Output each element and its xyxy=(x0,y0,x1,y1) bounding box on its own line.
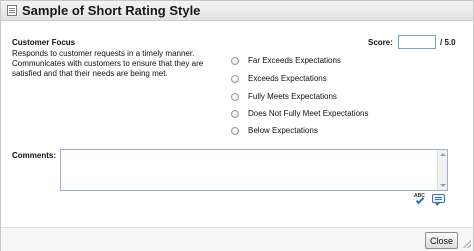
comment-bubble-icon[interactable] xyxy=(432,193,448,207)
scroll-up-icon[interactable] xyxy=(440,153,446,156)
comments-label: Comments: xyxy=(12,151,57,160)
score-input[interactable] xyxy=(398,35,436,49)
scroll-down-icon[interactable] xyxy=(440,184,446,187)
dialog-title: Sample of Short Rating Style xyxy=(22,3,201,18)
comments-scrollbar[interactable] xyxy=(437,150,447,190)
dialog-titlebar: Sample of Short Rating Style xyxy=(1,1,473,21)
document-icon xyxy=(7,5,17,16)
dialog-footer xyxy=(1,227,473,251)
bubble-shape xyxy=(432,194,445,203)
competency-title: Customer Focus xyxy=(12,38,76,47)
rating-option-label: Below Expectations xyxy=(248,126,318,135)
radio-button[interactable] xyxy=(231,93,239,101)
bubble-tail xyxy=(435,203,440,206)
spellcheck-icon[interactable]: ABC xyxy=(414,193,428,207)
rating-option-label: Does Not Fully Meet Expectations xyxy=(248,109,369,118)
competency-description: Responds to customer requests in a timel… xyxy=(12,49,204,78)
radio-button[interactable] xyxy=(231,75,239,83)
close-button[interactable]: Close xyxy=(425,232,458,249)
rating-option-label: Far Exceeds Expectations xyxy=(248,56,341,65)
resize-grip-icon[interactable] xyxy=(463,240,471,248)
radio-button[interactable] xyxy=(231,127,239,135)
radio-button[interactable] xyxy=(231,57,239,65)
comments-textarea[interactable] xyxy=(60,149,448,191)
score-label: Score: xyxy=(368,38,393,47)
rating-option-label: Exceeds Expectations xyxy=(248,74,327,83)
radio-button[interactable] xyxy=(231,110,239,118)
rating-dialog: Sample of Short Rating Style Customer Fo… xyxy=(0,0,474,251)
rating-option-label: Fully Meets Expectations xyxy=(248,92,337,101)
score-max: / 5.0 xyxy=(440,38,456,47)
